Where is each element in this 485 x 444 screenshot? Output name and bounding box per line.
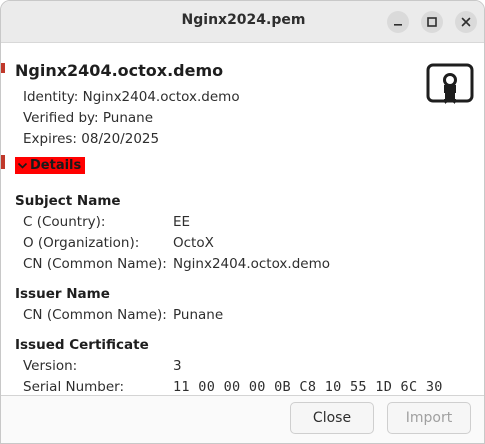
title-bar[interactable]: Nginx2024.pem — [1, 1, 484, 43]
details-expander[interactable]: Details — [15, 157, 86, 174]
subject-name-heading: Subject Name — [15, 193, 121, 209]
version-value: 3 — [173, 358, 182, 374]
details-label: Details — [30, 158, 82, 173]
subject-country-label: C (Country): — [23, 214, 106, 230]
import-button[interactable]: Import — [387, 402, 471, 434]
certificate-viewer-window: Nginx2024.pem Nginx2404.octox.demo Ident… — [0, 0, 485, 444]
certificate-common-name: Nginx2404.octox.demo — [15, 61, 224, 80]
certificate-icon — [426, 63, 474, 104]
subject-common-name-value: Nginx2404.octox.demo — [173, 256, 330, 272]
issued-certificate-heading: Issued Certificate — [15, 337, 149, 353]
certificate-details-scroll-area[interactable]: Nginx2404.octox.demo Identity: Nginx2404… — [1, 43, 484, 395]
subject-common-name-label: CN (Common Name): — [23, 256, 167, 272]
subject-organization-label: O (Organization): — [23, 235, 140, 251]
minimize-button[interactable] — [387, 11, 409, 33]
chevron-down-icon — [17, 162, 28, 169]
issuer-name-heading: Issuer Name — [15, 286, 110, 302]
close-button[interactable]: Close — [290, 402, 374, 434]
minimize-icon — [394, 24, 402, 26]
subject-country-value: EE — [173, 214, 191, 230]
serial-number-label: Serial Number: — [23, 379, 125, 395]
close-window-button[interactable] — [455, 11, 477, 33]
verified-by-text: Verified by: Punane — [23, 110, 154, 126]
edge-marker — [1, 155, 5, 169]
expires-text: Expires: 08/20/2025 — [23, 131, 160, 147]
dialog-footer: Close Import — [1, 395, 484, 443]
maximize-icon — [427, 17, 437, 27]
subject-organization-value: OctoX — [173, 235, 214, 251]
issuer-common-name-value: Punane — [173, 307, 224, 323]
identity-text: Identity: Nginx2404.octox.demo — [23, 89, 240, 105]
issuer-common-name-label: CN (Common Name): — [23, 307, 167, 323]
serial-number-value: 11 00 00 00 0B C8 10 55 1D 6C 30 — [173, 379, 443, 395]
edge-marker — [1, 63, 5, 73]
version-label: Version: — [23, 358, 78, 374]
maximize-button[interactable] — [421, 11, 443, 33]
window-title: Nginx2024.pem — [181, 12, 306, 28]
close-icon — [461, 17, 471, 27]
